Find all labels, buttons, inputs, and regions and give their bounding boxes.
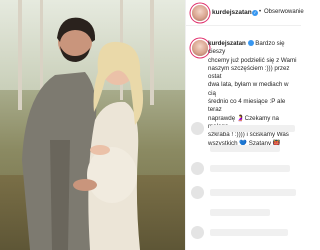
verified-badge-icon: ✓ [252,10,258,16]
separator-dot: • [259,9,262,15]
caption-line: naszym szczęściem :))) przez ostat [208,64,290,81]
comment-text-placeholder [210,145,280,152]
comment-avatar [191,122,204,135]
caption-username[interactable]: kurdejszatan [208,40,246,47]
comment-placeholder [186,162,301,176]
photo-couple-illustration [22,17,144,250]
post-photo[interactable] [0,0,185,250]
avatar[interactable] [192,40,208,56]
comment-avatar [191,162,204,175]
follow-button[interactable]: Obserwowanie [264,9,304,15]
comment-placeholder [186,226,301,240]
comment-placeholder [186,142,301,156]
comment-placeholder [186,186,301,200]
verified-badge-icon [247,40,254,47]
comment-avatar [191,226,204,239]
comment-text-placeholder [210,125,295,132]
post-username[interactable]: kurdejszatan [212,9,252,16]
comment-text-placeholder [210,209,270,216]
post-side-panel: kurdejszatan ✓ • Obserwowanie kurdejszat… [185,0,304,250]
comment-text-placeholder [210,165,290,172]
caption-line: dwa lata, byłam w mediach w cią [208,81,289,97]
comment-text-placeholder [210,229,288,236]
caption-line: chcemy już podzielić się z Wami [208,56,297,64]
avatar[interactable] [192,5,208,21]
caption-line: średnio co 4 miesiące :P ale teraz [208,98,286,114]
comment-placeholder [186,122,301,136]
post-header: kurdejszatan ✓ • Obserwowanie [186,0,304,26]
comment-avatar [191,186,204,199]
comment-placeholder [186,206,301,220]
comment-text-placeholder [210,189,296,196]
